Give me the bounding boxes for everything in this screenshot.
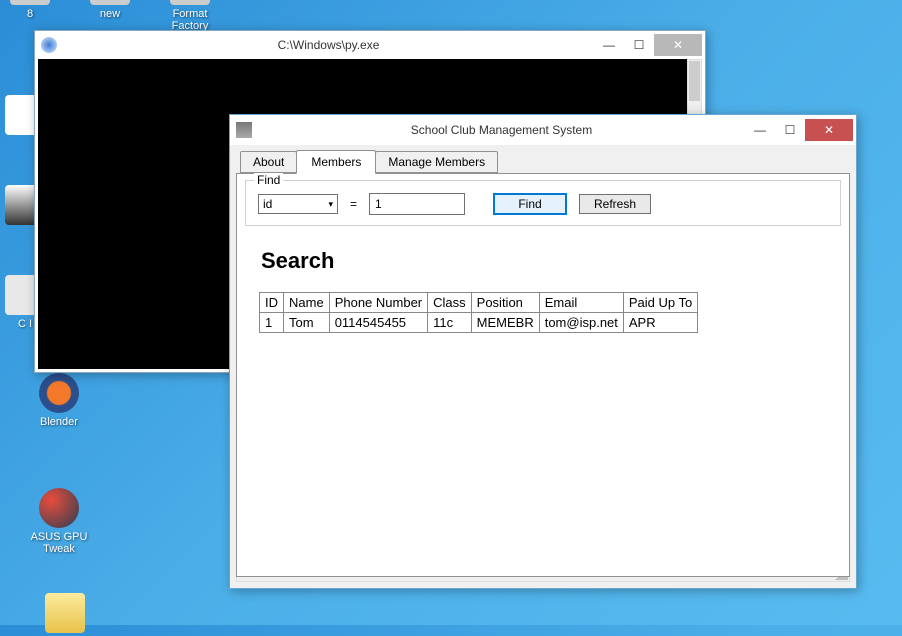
desktop-icon[interactable]: new <box>75 0 145 20</box>
maximize-button[interactable]: ☐ <box>624 34 654 56</box>
desktop-icon-asus-gpu[interactable]: ASUS GPU Tweak <box>24 488 94 555</box>
tab-manage-members[interactable]: Manage Members <box>375 151 498 173</box>
cell-position: MEMEBR <box>471 313 539 333</box>
col-paid: Paid Up To <box>623 293 697 313</box>
desktop-icon-label: new <box>75 8 145 20</box>
close-button[interactable]: ✕ <box>805 119 853 141</box>
app-icon <box>41 37 57 53</box>
titlebar[interactable]: School Club Management System — ☐ ✕ <box>230 115 856 145</box>
col-phone: Phone Number <box>329 293 427 313</box>
results-table: ID Name Phone Number Class Position Emai… <box>259 292 698 333</box>
col-name: Name <box>284 293 330 313</box>
equals-label: = <box>350 197 357 211</box>
table-row[interactable]: 1 Tom 0114545455 11c MEMEBR tom@isp.net … <box>260 313 698 333</box>
find-button[interactable]: Find <box>493 193 567 215</box>
cell-email: tom@isp.net <box>539 313 623 333</box>
chevron-down-icon: ▾ <box>328 199 333 210</box>
refresh-button[interactable]: Refresh <box>579 194 651 214</box>
window-school-club[interactable]: School Club Management System — ☐ ✕ Abou… <box>229 114 857 589</box>
search-value-input[interactable] <box>369 193 465 215</box>
desktop-icon-label: Format Factory <box>155 8 225 32</box>
tabpanel-members: Find id ▾ = Find Refresh Search ID <box>236 173 850 577</box>
cell-id: 1 <box>260 313 284 333</box>
cell-phone: 0114545455 <box>329 313 427 333</box>
search-heading: Search <box>261 248 849 274</box>
col-id: ID <box>260 293 284 313</box>
titlebar[interactable]: C:\Windows\py.exe — ☐ ✕ <box>35 31 705 59</box>
desktop-icon[interactable]: Format Factory <box>155 0 225 32</box>
cell-class: 11c <box>428 313 472 333</box>
field-select[interactable]: id ▾ <box>258 194 338 214</box>
minimize-button[interactable]: — <box>594 34 624 56</box>
desktop-icon-label: 8 <box>0 8 65 20</box>
close-button[interactable]: ✕ <box>654 34 702 56</box>
fieldset-legend: Find <box>254 173 283 187</box>
col-class: Class <box>428 293 472 313</box>
window-title: C:\Windows\py.exe <box>63 38 594 52</box>
cell-name: Tom <box>284 313 330 333</box>
app-icon <box>236 122 252 138</box>
desktop-icon[interactable]: 8 <box>0 0 65 20</box>
col-email: Email <box>539 293 623 313</box>
minimize-button[interactable]: — <box>745 119 775 141</box>
window-title: School Club Management System <box>258 123 745 137</box>
scrollbar-thumb[interactable] <box>689 61 700 101</box>
maximize-button[interactable]: ☐ <box>775 119 805 141</box>
find-fieldset: Find id ▾ = Find Refresh <box>245 180 841 226</box>
desktop-icon-label: Blender <box>24 416 94 428</box>
desktop-icon-folder[interactable] <box>30 593 100 636</box>
table-header-row: ID Name Phone Number Class Position Emai… <box>260 293 698 313</box>
tab-members[interactable]: Members <box>296 150 376 174</box>
tab-about[interactable]: About <box>240 151 297 173</box>
desktop-icon-label: ASUS GPU Tweak <box>24 531 94 555</box>
cell-paid: APR <box>623 313 697 333</box>
col-position: Position <box>471 293 539 313</box>
desktop-icon-blender[interactable]: Blender <box>24 373 94 428</box>
field-select-value: id <box>263 197 272 211</box>
tabstrip: About Members Manage Members <box>240 151 850 173</box>
